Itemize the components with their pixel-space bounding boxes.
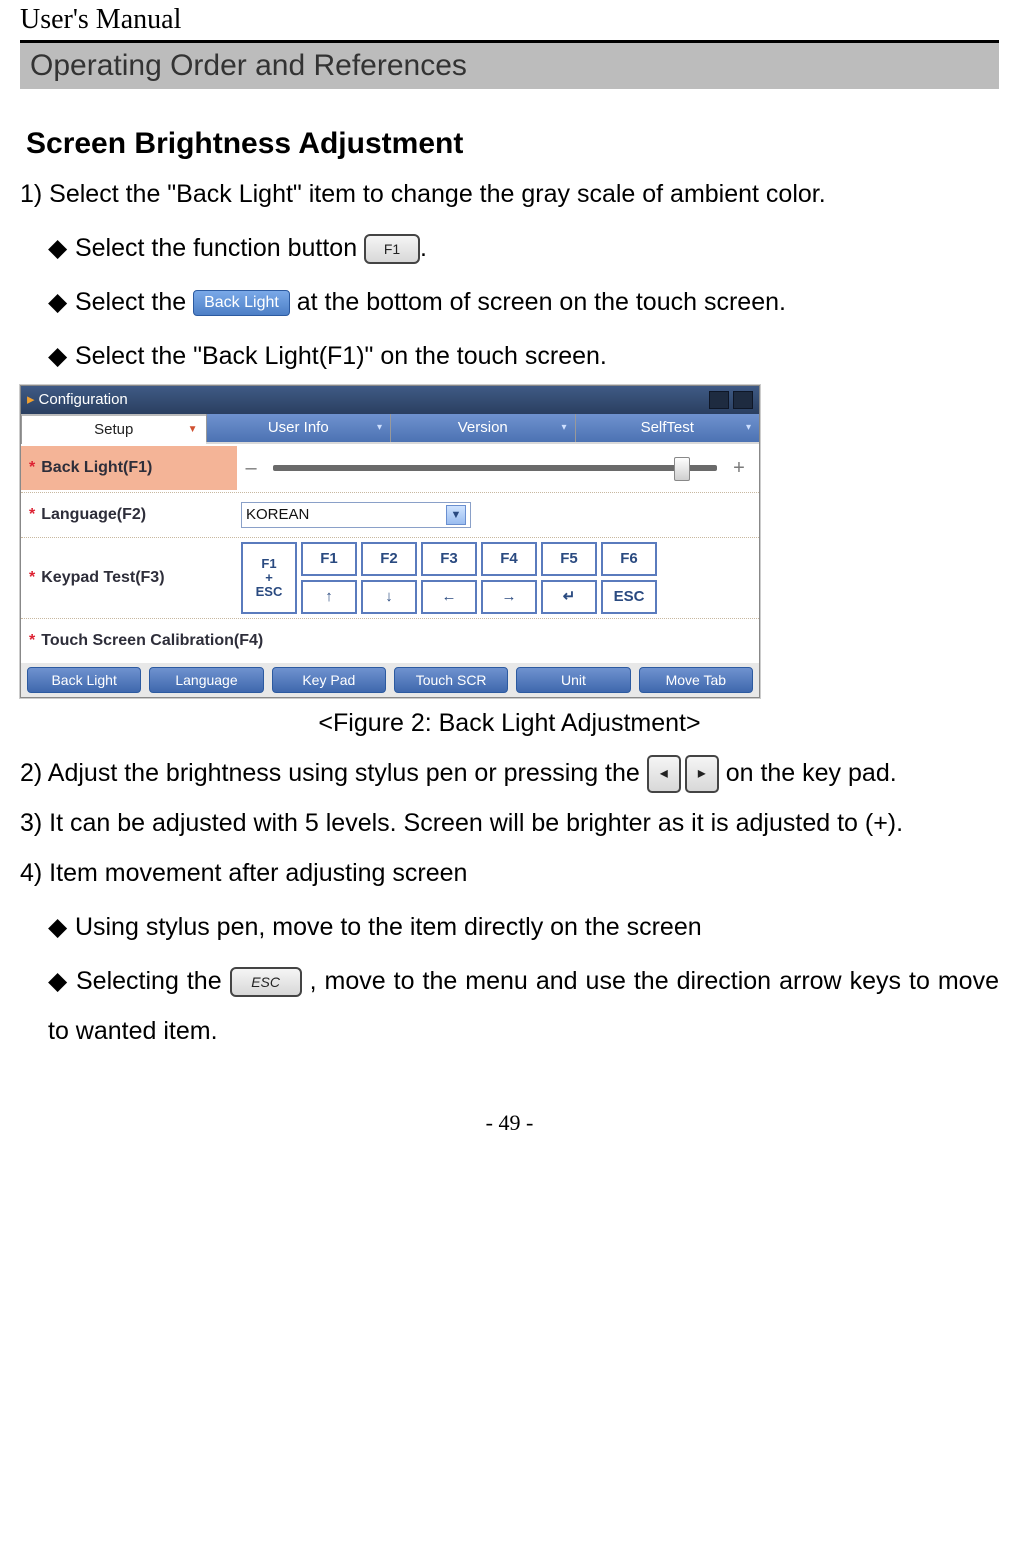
label-text: Keypad Test(F3) xyxy=(41,562,164,594)
text: on the key pad. xyxy=(726,759,897,787)
key-f1[interactable]: F1 xyxy=(301,542,357,576)
key-left[interactable]: ← xyxy=(421,580,477,614)
tab-label: Setup xyxy=(94,415,133,445)
arrow-keys-icon: ◂ ▸ xyxy=(647,755,719,793)
minus-icon[interactable]: – xyxy=(241,448,261,488)
chevron-down-icon: ▾ xyxy=(746,418,751,438)
tab-label: SelfTest xyxy=(641,413,694,443)
step-1: 1) Select the "Back Light" item to chang… xyxy=(20,169,999,219)
manual-title: User's Manual xyxy=(20,0,999,40)
label-text: Touch Screen Calibration(F4) xyxy=(41,625,263,657)
window-icons xyxy=(709,391,753,409)
language-value: KOREAN xyxy=(246,500,309,530)
text: Select the function button xyxy=(75,234,364,262)
triangle-icon: ▸ xyxy=(27,385,35,415)
plus-icon[interactable]: + xyxy=(729,448,749,488)
star-icon: * xyxy=(29,499,35,531)
back-light-button-icon: Back Light xyxy=(193,290,290,316)
chevron-down-icon: ▾ xyxy=(377,418,382,438)
step-1-bullet-2: ◆ Select the Back Light at the bottom of… xyxy=(48,277,999,327)
key-f1-plus-esc[interactable]: F1+ESC xyxy=(241,542,297,614)
bottom-move-tab-button[interactable]: Move Tab xyxy=(639,667,753,693)
row-back-light-label[interactable]: *Back Light(F1) xyxy=(21,446,237,490)
f1-key-icon: F1 xyxy=(364,234,420,264)
page-number: - 49 - xyxy=(20,1060,999,1154)
brightness-slider[interactable] xyxy=(273,465,717,471)
bottom-back-light-button[interactable]: Back Light xyxy=(27,667,141,693)
back-light-slider-area: – + xyxy=(237,444,759,492)
device-titlebar: ▸ Configuration xyxy=(21,386,759,414)
right-arrow-key-icon: ▸ xyxy=(685,755,719,793)
label-text: Back Light(F1) xyxy=(41,452,152,484)
bullet-icon: ◆ xyxy=(48,331,68,381)
step-1-bullet-3: ◆ Select the "Back Light(F1)" on the tou… xyxy=(48,331,999,381)
figure-caption: <Figure 2: Back Light Adjustment> xyxy=(20,698,999,748)
step-1-bullet-1: ◆ Select the function button F1. xyxy=(48,223,999,273)
camera-icon[interactable] xyxy=(733,391,753,409)
label-text: Language(F2) xyxy=(41,499,146,531)
row-language-label[interactable]: *Language(F2) xyxy=(21,493,237,537)
key-enter[interactable]: ↵ xyxy=(541,580,597,614)
bullet-icon: ◆ xyxy=(48,277,68,327)
step-3: 3) It can be adjusted with 5 levels. Scr… xyxy=(20,798,999,848)
row-touchscreen-label[interactable]: *Touch Screen Calibration(F4) xyxy=(21,619,271,663)
bullet-icon: ◆ xyxy=(48,956,68,1006)
tab-version[interactable]: Version ▾ xyxy=(390,414,575,442)
device-tabs: Setup ▼ User Info ▾ Version ▾ SelfTest ▾ xyxy=(21,414,759,444)
text: Select the "Back Light(F1)" on the touch… xyxy=(75,342,607,370)
row-keypad-label[interactable]: *Keypad Test(F3) xyxy=(21,556,237,600)
tab-selftest[interactable]: SelfTest ▾ xyxy=(575,414,760,442)
keypad-test-grid: F1 F2 F3 F4 F5 F6 F1+ESC ↑ ↓ ← → xyxy=(241,542,657,614)
window-title: Configuration xyxy=(39,385,128,415)
tab-label: User Info xyxy=(268,413,329,443)
key-f6[interactable]: F6 xyxy=(601,542,657,576)
esc-key-icon: ESC xyxy=(230,967,302,997)
key-f3[interactable]: F3 xyxy=(421,542,477,576)
star-icon: * xyxy=(29,562,35,594)
section-bar: Operating Order and References xyxy=(20,43,999,89)
bullet-icon: ◆ xyxy=(48,902,68,952)
star-icon: * xyxy=(29,452,35,484)
home-icon[interactable] xyxy=(709,391,729,409)
text: Select the xyxy=(75,288,193,316)
key-f2[interactable]: F2 xyxy=(361,542,417,576)
bullet-icon: ◆ xyxy=(48,223,68,273)
key-f4[interactable]: F4 xyxy=(481,542,537,576)
tab-label: Version xyxy=(458,413,508,443)
bottom-key-pad-button[interactable]: Key Pad xyxy=(272,667,386,693)
chevron-down-icon: ▾ xyxy=(561,418,566,438)
star-icon: * xyxy=(29,625,35,657)
figure-2: ▸ Configuration Setup ▼ User Info ▾ Versio… xyxy=(20,385,760,698)
bottom-language-button[interactable]: Language xyxy=(149,667,263,693)
bottom-unit-button[interactable]: Unit xyxy=(516,667,630,693)
key-down[interactable]: ↓ xyxy=(361,580,417,614)
text: 2) Adjust the brightness using stylus pe… xyxy=(20,759,647,787)
subsection-title: Screen Brightness Adjustment xyxy=(20,119,999,169)
text: Selecting the xyxy=(76,967,230,995)
left-arrow-key-icon: ◂ xyxy=(647,755,681,793)
key-up[interactable]: ↑ xyxy=(301,580,357,614)
device-bottom-bar: Back Light Language Key Pad Touch SCR Un… xyxy=(21,663,759,697)
step-4-bullet-1: ◆ Using stylus pen, move to the item dir… xyxy=(48,902,999,952)
step-4-bullet-2: ◆ Selecting the ESC , move to the menu a… xyxy=(48,956,999,1056)
key-esc[interactable]: ESC xyxy=(601,580,657,614)
key-f5[interactable]: F5 xyxy=(541,542,597,576)
chevron-down-icon: ▼ xyxy=(188,420,198,440)
chevron-down-icon[interactable]: ▼ xyxy=(446,505,466,525)
language-select[interactable]: KOREAN ▼ xyxy=(241,502,471,528)
tab-user-info[interactable]: User Info ▾ xyxy=(206,414,391,442)
step-2: 2) Adjust the brightness using stylus pe… xyxy=(20,748,999,798)
key-right[interactable]: → xyxy=(481,580,537,614)
text: . xyxy=(420,234,427,262)
bottom-touch-scr-button[interactable]: Touch SCR xyxy=(394,667,508,693)
slider-thumb[interactable] xyxy=(674,457,690,481)
text: at the bottom of screen on the touch scr… xyxy=(297,288,786,316)
tab-setup[interactable]: Setup ▼ xyxy=(21,414,206,444)
step-4: 4) Item movement after adjusting screen xyxy=(20,848,999,898)
text: Using stylus pen, move to the item direc… xyxy=(75,913,702,941)
